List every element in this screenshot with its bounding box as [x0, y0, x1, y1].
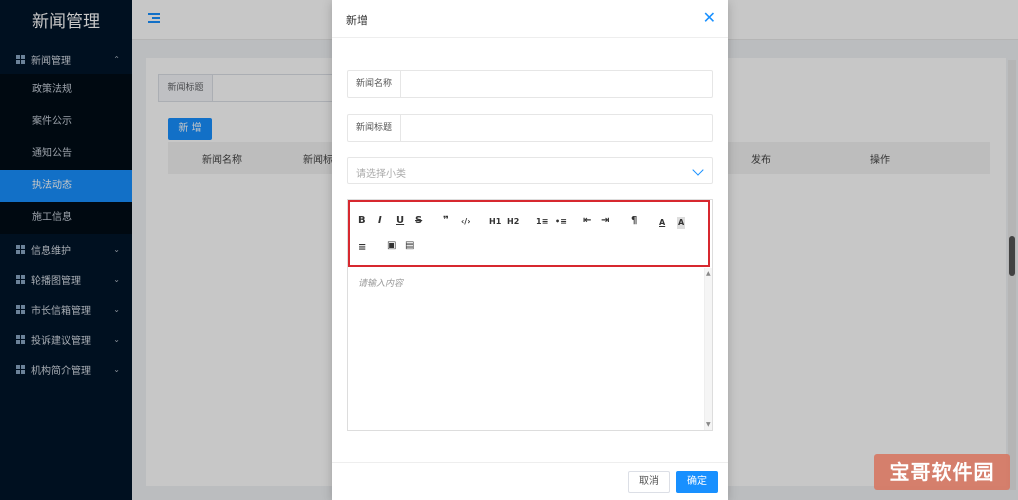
indent-icon[interactable]: ⇥ — [601, 215, 609, 227]
image-icon[interactable]: ▣ — [387, 240, 396, 252]
news-name-input[interactable] — [401, 71, 712, 97]
editor-placeholder: 请输入内容 — [358, 279, 404, 289]
add-news-modal: 新增 ✕ 新闻名称 新闻标题 请选择小类 B I U S ❞ ‹/› H1 H2… — [332, 0, 728, 500]
modal-footer: 取消 确定 — [332, 462, 728, 500]
scroll-down-icon[interactable]: ▼ — [706, 421, 711, 428]
modal-header: 新增 ✕ — [332, 0, 728, 38]
heading-1-icon[interactable]: H1 — [489, 216, 501, 228]
news-title-input[interactable] — [401, 115, 712, 141]
video-icon[interactable]: ▤ — [405, 240, 414, 252]
news-name-field: 新闻名称 — [347, 70, 713, 98]
font-color-icon[interactable]: A — [659, 217, 665, 229]
field-label: 新闻名称 — [348, 71, 401, 97]
text-direction-icon[interactable]: ¶ — [631, 215, 637, 227]
heading-2-icon[interactable]: H2 — [507, 216, 519, 228]
align-icon[interactable]: ≡ — [358, 242, 366, 254]
rich-text-editor: B I U S ❞ ‹/› H1 H2 1≡ •≡ ⇤ ⇥ ¶ A A ≡ ▣ … — [347, 199, 713, 431]
underline-icon[interactable]: U — [396, 215, 404, 227]
cancel-button[interactable]: 取消 — [628, 471, 670, 493]
watermark-logo: 宝哥软件园 — [874, 454, 1010, 490]
editor-scrollbar[interactable]: ▲ ▼ — [704, 268, 712, 430]
ordered-list-icon[interactable]: 1≡ — [536, 216, 548, 228]
field-label: 新闻标题 — [348, 115, 401, 141]
italic-icon[interactable]: I — [378, 215, 382, 227]
select-placeholder: 请选择小类 — [356, 169, 406, 180]
scroll-up-icon[interactable]: ▲ — [706, 270, 711, 277]
modal-title: 新增 — [346, 14, 368, 27]
outdent-icon[interactable]: ⇤ — [583, 215, 591, 227]
strikethrough-icon[interactable]: S — [415, 215, 422, 227]
confirm-button[interactable]: 确定 — [676, 471, 718, 493]
editor-toolbar: B I U S ❞ ‹/› H1 H2 1≡ •≡ ⇤ ⇥ ¶ A A ≡ ▣ … — [348, 200, 710, 267]
code-icon[interactable]: ‹/› — [461, 216, 471, 228]
close-icon[interactable]: ✕ — [703, 9, 716, 27]
bullet-list-icon[interactable]: •≡ — [555, 216, 567, 228]
blockquote-icon[interactable]: ❞ — [443, 215, 449, 227]
subcategory-select[interactable]: 请选择小类 — [347, 157, 713, 184]
news-title-field: 新闻标题 — [347, 114, 713, 142]
background-color-icon[interactable]: A — [677, 217, 686, 229]
editor-content-area[interactable]: 请输入内容 ▲ ▼ — [348, 268, 712, 430]
chevron-down-icon — [692, 164, 704, 176]
bold-icon[interactable]: B — [358, 215, 366, 227]
